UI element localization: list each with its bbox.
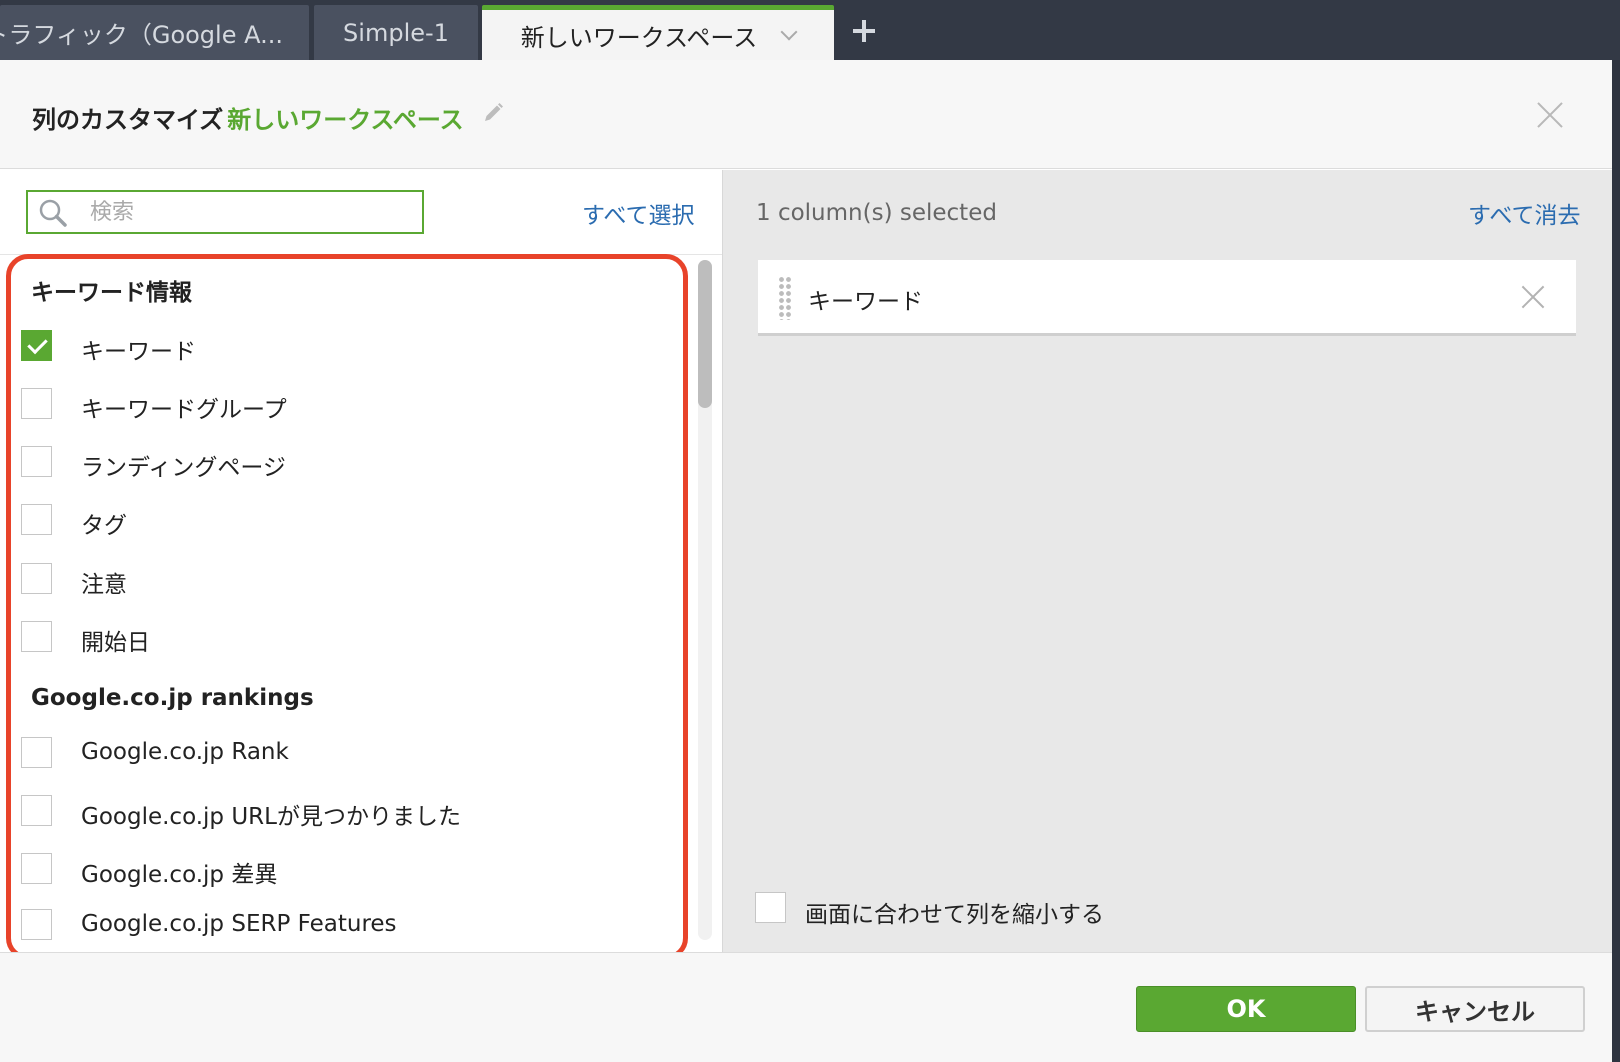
tab-simple-1[interactable]: Simple-1 [314, 5, 478, 60]
workspace-name[interactable]: 新しいワークスペース [227, 106, 463, 134]
selected-count: 1 column(s) selected [756, 200, 997, 226]
checkbox[interactable] [21, 795, 52, 826]
tab-label: Simple-1 [343, 18, 449, 47]
selected-column-item[interactable]: キーワード [758, 260, 1576, 336]
column-option-tag[interactable]: タグ [21, 500, 661, 540]
column-option-note[interactable]: 注意 [21, 559, 661, 599]
pencil-icon[interactable] [482, 102, 504, 124]
close-icon[interactable] [1535, 100, 1565, 130]
clear-all-link[interactable]: すべて消去 [1468, 196, 1580, 230]
column-option-label: キーワード [81, 339, 196, 365]
group-heading-google-rankings: Google.co.jp rankings [31, 685, 314, 711]
window-edge [1612, 60, 1620, 1062]
cancel-button[interactable]: キャンセル [1365, 986, 1585, 1032]
checkbox[interactable] [21, 388, 52, 419]
dialog-footer: OK キャンセル [0, 952, 1612, 1062]
dialog-header: 列のカスタマイズ 新しいワークスペース [0, 60, 1612, 169]
column-option-google-difference[interactable]: Google.co.jp 差異 [21, 849, 661, 889]
shrink-columns-option[interactable]: 画面に合わせて列を縮小する [755, 892, 1355, 928]
tab-new-workspace[interactable]: 新しいワークスペース [482, 5, 834, 60]
column-option-google-url-found[interactable]: Google.co.jp URLが見つかりました [21, 791, 661, 831]
selected-column-label: キーワード [808, 289, 923, 315]
dialog-title: 列のカスタマイズ 新しいワークスペース [32, 100, 464, 135]
plus-icon[interactable] [848, 16, 880, 48]
search-icon [39, 199, 67, 227]
close-icon[interactable] [1520, 284, 1546, 310]
chevron-down-icon[interactable] [780, 23, 798, 41]
checkbox[interactable] [21, 909, 52, 940]
dialog-title-text: 列のカスタマイズ [32, 106, 224, 134]
column-option-google-rank[interactable]: Google.co.jp Rank [21, 733, 661, 773]
tab-label: トラフィック（Google A... [0, 21, 283, 49]
column-option-label: Google.co.jp SERP Features [81, 911, 397, 937]
column-option-start-date[interactable]: 開始日 [21, 617, 661, 657]
checkbox[interactable] [21, 504, 52, 535]
checkbox[interactable] [21, 737, 52, 768]
column-option-label: キーワードグループ [81, 397, 287, 423]
column-option-label: Google.co.jp Rank [81, 739, 289, 765]
checkbox[interactable] [21, 621, 52, 652]
checkbox[interactable] [21, 446, 52, 477]
list-scrollbar[interactable] [698, 260, 712, 940]
search-input[interactable] [88, 196, 408, 228]
checkbox-checked[interactable] [21, 330, 52, 361]
column-list-highlight: キーワード情報 キーワード キーワードグループ ランディングページ タグ 注意 [6, 254, 688, 960]
column-option-label: Google.co.jp 差異 [81, 862, 278, 888]
drag-handle-icon[interactable] [778, 276, 792, 320]
column-option-label: タグ [81, 513, 127, 539]
column-option-google-serp-features[interactable]: Google.co.jp SERP Features [21, 905, 661, 945]
column-option-label: 注意 [81, 572, 127, 598]
tab-traffic[interactable]: トラフィック（Google A... [0, 5, 309, 60]
group-heading-keyword-info: キーワード情報 [31, 280, 192, 306]
column-option-label: ランディングページ [81, 455, 286, 481]
ok-button[interactable]: OK [1136, 986, 1356, 1032]
shrink-columns-label: 画面に合わせて列を縮小する [805, 902, 1104, 928]
selected-columns-panel: 1 column(s) selected すべて消去 キーワード 画面に合わせて… [722, 170, 1612, 952]
column-option-keyword-group[interactable]: キーワードグループ [21, 384, 661, 424]
column-option-label: Google.co.jp URLが見つかりました [81, 804, 461, 830]
checkbox[interactable] [21, 563, 52, 594]
column-option-keyword[interactable]: キーワード [21, 326, 661, 366]
column-option-landing-page[interactable]: ランディングページ [21, 442, 661, 482]
checkbox[interactable] [755, 892, 786, 923]
available-columns-panel: すべて選択 キーワード情報 キーワード キーワードグループ ランディングページ … [0, 170, 722, 960]
checkbox[interactable] [21, 853, 52, 884]
column-option-label: 開始日 [81, 630, 150, 656]
select-all-link[interactable]: すべて選択 [582, 196, 694, 230]
scrollbar-thumb[interactable] [698, 260, 712, 408]
tab-bar: トラフィック（Google A... Simple-1 新しいワークスペース [0, 0, 1620, 60]
search-box[interactable] [26, 190, 424, 234]
tab-label: 新しいワークスペース [520, 23, 758, 52]
